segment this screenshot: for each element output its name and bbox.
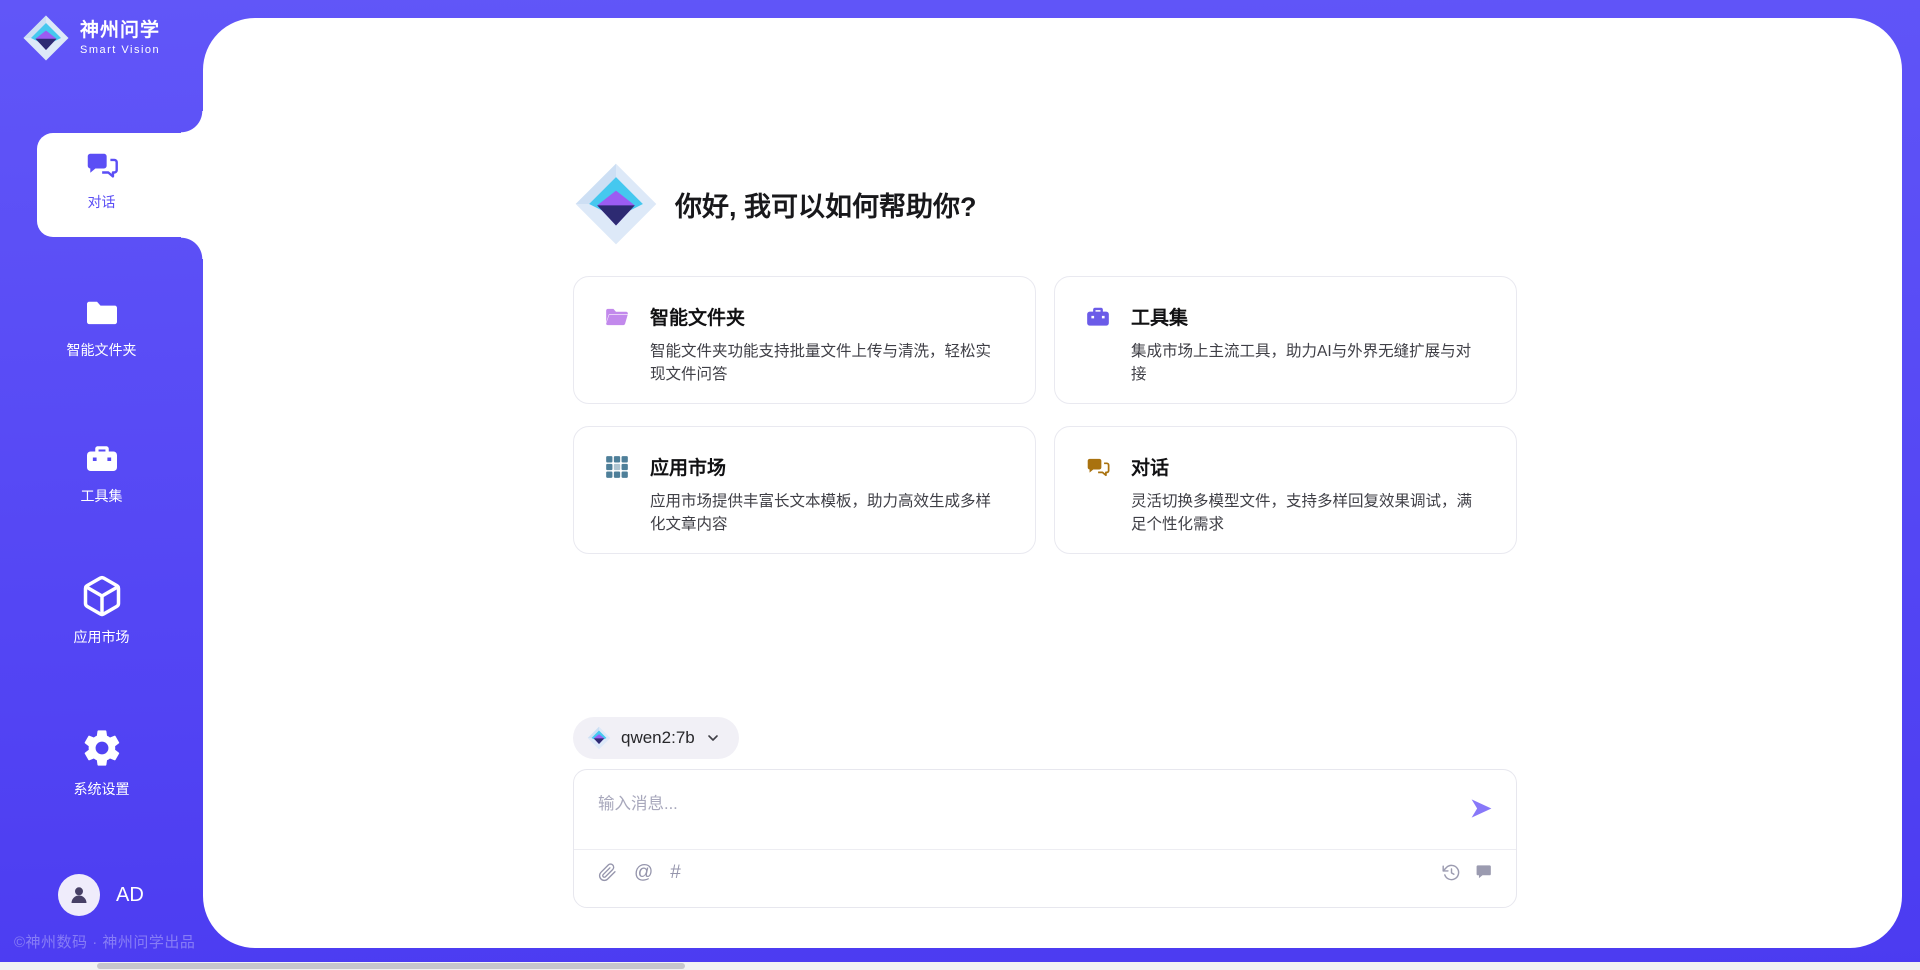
app-title: 神州问学 bbox=[80, 20, 160, 42]
active-nav-curve-bottom bbox=[181, 237, 203, 259]
app-title-block: 神州问学 Smart Vision bbox=[80, 20, 160, 56]
attachment-icon[interactable] bbox=[598, 863, 617, 882]
card-toolset[interactable]: 工具集 集成市场上主流工具，助力AI与外界无缝扩展与对接 bbox=[1054, 276, 1517, 404]
sidebar-item-smart-folder[interactable]: 智能文件夹 bbox=[0, 295, 203, 360]
message-input[interactable] bbox=[598, 786, 1438, 822]
user-account[interactable]: AD bbox=[58, 874, 144, 916]
chat-icon bbox=[84, 147, 120, 183]
card-header: 工具集 bbox=[1085, 303, 1486, 330]
sidebar-item-label: 智能文件夹 bbox=[0, 340, 203, 360]
card-title: 应用市场 bbox=[650, 453, 726, 480]
sidebar-item-chat[interactable]: 对话 bbox=[0, 147, 203, 212]
brand-gem-icon bbox=[22, 14, 70, 62]
user-name: AD bbox=[116, 884, 144, 907]
message-composer: @ # bbox=[573, 769, 1517, 908]
greeting-gem-icon bbox=[573, 161, 659, 247]
sidebar-item-label: 工具集 bbox=[0, 486, 203, 506]
horizontal-scrollbar[interactable] bbox=[0, 962, 1920, 970]
card-chat[interactable]: 对话 灵活切换多模型文件，支持多样回复效果调试，满足个性化需求 bbox=[1054, 426, 1517, 554]
history-icon[interactable] bbox=[1442, 863, 1461, 882]
model-gem-icon bbox=[587, 726, 611, 750]
folder-icon bbox=[84, 295, 120, 331]
cube-icon bbox=[80, 574, 124, 618]
card-description: 智能文件夹功能支持批量文件上传与清洗，轻松实现文件问答 bbox=[650, 340, 1005, 387]
card-app-market[interactable]: 应用市场 应用市场提供丰富长文本模板，助力高效生成多样化文章内容 bbox=[573, 426, 1036, 554]
card-description: 应用市场提供丰富长文本模板，助力高效生成多样化文章内容 bbox=[650, 490, 1005, 537]
mention-icon[interactable]: @ bbox=[634, 863, 653, 882]
app-logo: 神州问学 Smart Vision bbox=[22, 14, 160, 62]
card-title: 智能文件夹 bbox=[650, 303, 745, 330]
card-title: 工具集 bbox=[1131, 303, 1188, 330]
card-title: 对话 bbox=[1131, 453, 1169, 480]
comment-icon[interactable] bbox=[1475, 863, 1494, 882]
folder-open-icon bbox=[604, 304, 630, 330]
toolbox-icon bbox=[84, 441, 120, 477]
send-icon[interactable] bbox=[1469, 796, 1494, 821]
sidebar-item-toolset[interactable]: 工具集 bbox=[0, 441, 203, 506]
sidebar-item-label: 应用市场 bbox=[0, 627, 203, 647]
toolbox-icon bbox=[1085, 304, 1111, 330]
sidebar-item-label: 对话 bbox=[0, 192, 203, 212]
hashtag-icon[interactable]: # bbox=[670, 863, 681, 882]
card-header: 智能文件夹 bbox=[604, 303, 1005, 330]
scrollbar-thumb[interactable] bbox=[97, 963, 685, 969]
grid-icon bbox=[604, 454, 630, 480]
copyright-text: ©神州数码 · 神州问学出品 bbox=[14, 931, 195, 952]
card-smart-folder[interactable]: 智能文件夹 智能文件夹功能支持批量文件上传与清洗，轻松实现文件问答 bbox=[573, 276, 1036, 404]
card-description: 灵活切换多模型文件，支持多样回复效果调试，满足个性化需求 bbox=[1131, 490, 1486, 537]
chevron-down-icon bbox=[705, 730, 721, 746]
composer-toolbar-left: @ # bbox=[598, 863, 681, 882]
composer-toolbar-right bbox=[1442, 863, 1494, 882]
model-selector[interactable]: qwen2:7b bbox=[573, 717, 739, 759]
avatar bbox=[58, 874, 100, 916]
composer-divider bbox=[574, 849, 1516, 850]
feature-cards: 智能文件夹 智能文件夹功能支持批量文件上传与清洗，轻松实现文件问答 工具集 集成… bbox=[573, 276, 1517, 554]
active-nav-curve-top bbox=[181, 111, 203, 133]
greeting-title: 你好, 我可以如何帮助你? bbox=[675, 185, 977, 224]
card-description: 集成市场上主流工具，助力AI与外界无缝扩展与对接 bbox=[1131, 340, 1486, 387]
sidebar-item-settings[interactable]: 系统设置 bbox=[0, 726, 203, 799]
sidebar-item-app-market[interactable]: 应用市场 bbox=[0, 574, 203, 647]
greeting-block: 你好, 我可以如何帮助你? bbox=[573, 161, 977, 247]
sidebar-item-label: 系统设置 bbox=[0, 779, 203, 799]
model-name: qwen2:7b bbox=[621, 728, 695, 748]
main-content-panel: 你好, 我可以如何帮助你? 智能文件夹 智能文件夹功能支持批量文件上传与清洗，轻… bbox=[203, 18, 1902, 948]
person-icon bbox=[67, 883, 91, 907]
gear-icon bbox=[80, 726, 124, 770]
chat-icon bbox=[1085, 454, 1111, 480]
app-subtitle: Smart Vision bbox=[80, 44, 160, 56]
card-header: 对话 bbox=[1085, 453, 1486, 480]
card-header: 应用市场 bbox=[604, 453, 1005, 480]
